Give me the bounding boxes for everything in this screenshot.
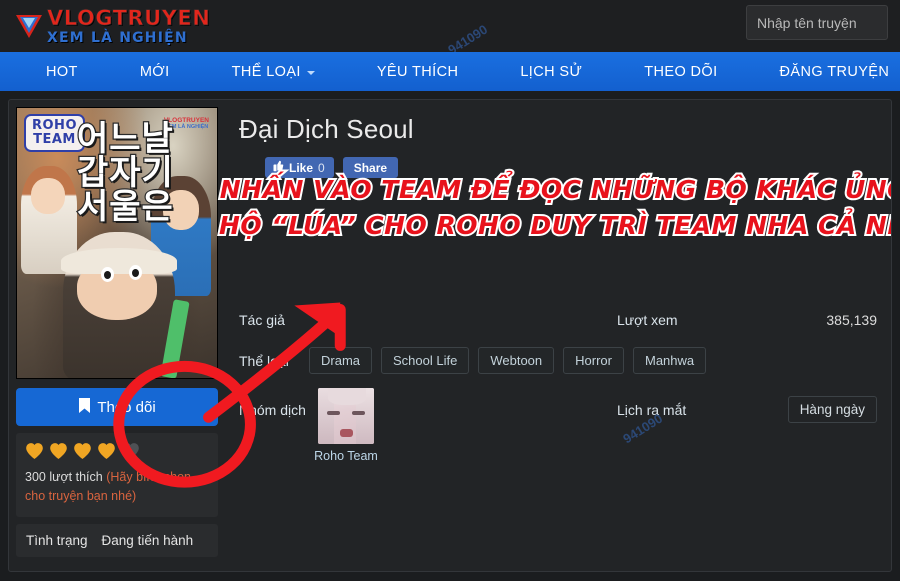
social-buttons: Like 0 Share xyxy=(265,157,877,178)
views-value: 385,139 xyxy=(826,311,877,328)
facebook-like-button[interactable]: Like 0 xyxy=(265,157,334,178)
heart-icon-filled-2[interactable] xyxy=(49,442,68,460)
team-label: Nhóm dịch xyxy=(239,402,306,418)
korean-line-1: 어느날 xyxy=(76,119,174,159)
author-label: Tác giả xyxy=(239,311,285,328)
heart-icon-filled-1[interactable] xyxy=(25,442,44,460)
nav-item-moi[interactable]: MỚI xyxy=(109,52,201,91)
share-label: Share xyxy=(353,160,388,175)
nav-item-hot[interactable]: HOT xyxy=(30,52,109,91)
cover-eye-left xyxy=(101,267,114,282)
translation-team[interactable]: Roho Team xyxy=(309,388,383,463)
genre-list: Drama School Life Webtoon Horror Manhwa xyxy=(309,347,707,374)
v-triangle-logo-icon xyxy=(14,11,44,41)
genre-tag-webtoon[interactable]: Webtoon xyxy=(478,347,555,374)
schedule-cell: Hàng ngày xyxy=(757,396,877,423)
genre-label: Thể loại xyxy=(239,352,289,369)
main-navigation: HOT MỚI THỂ LOẠI YÊU THÍCH LỊCH SỬ THEO … xyxy=(0,52,900,91)
avatar-mouth xyxy=(340,429,353,437)
comic-info-table: Tác giả Lượt xem 385,139 Thể loại Drama … xyxy=(239,304,877,463)
schedule-label: Lịch ra mắt xyxy=(617,402,687,418)
comic-sidebar: ROHO TEAM VLOGTRUYEN XEM LÀ NGHIỆN 어느날 갑… xyxy=(9,100,225,571)
badge-line-2: TEAM xyxy=(33,132,76,147)
nav-label: YÊU THÍCH xyxy=(376,63,459,80)
genre-tag-horror[interactable]: Horror xyxy=(563,347,624,374)
status-box: Tình trạng Đang tiến hành xyxy=(16,523,218,557)
site-header: VLOGTRUYEN XEM LÀ NGHIỆN 941090 xyxy=(0,0,900,57)
info-row-team: Nhóm dịch Roho Team Lịch ra mắt Hàng ngà… xyxy=(239,388,877,463)
nav-label: LỊCH SỬ xyxy=(520,63,583,80)
site-logo[interactable]: VLOGTRUYEN XEM LÀ NGHIỆN xyxy=(14,5,211,46)
genre-tag-school-life[interactable]: School Life xyxy=(381,347,470,374)
page-title: Đại Dịch Seoul xyxy=(239,114,414,144)
rating-box: 300 lượt thích (Hãy bình chọn cho truyện… xyxy=(16,433,218,517)
cover-image[interactable]: ROHO TEAM VLOGTRUYEN XEM LÀ NGHIỆN 어느날 갑… xyxy=(16,107,218,379)
schedule-badge[interactable]: Hàng ngày xyxy=(787,396,877,423)
views-label: Lượt xem xyxy=(617,311,678,328)
cover-korean-title: 어느날 갑자기 서울은 xyxy=(76,119,174,227)
promo-annotation-text: NHẤN VÀO TEAM ĐỂ ĐỌC NHỮNG BỘ KHÁC ỦNG H… xyxy=(217,172,892,245)
status-value: Đang tiến hành xyxy=(101,532,194,548)
info-row-genres: Thể loại Drama School Life Webtoon Horro… xyxy=(239,345,877,376)
roho-team-badge: ROHO TEAM xyxy=(24,114,85,152)
heart-icon-empty-5[interactable] xyxy=(121,442,140,460)
search-input[interactable] xyxy=(757,14,877,31)
nav-label: THEO DÕI xyxy=(644,63,718,80)
nav-item-dang-truyen[interactable]: ĐĂNG TRUYỆN xyxy=(749,52,900,91)
info-row-author: Tác giả Lượt xem 385,139 xyxy=(239,304,877,335)
logo-sub-text: XEM LÀ NGHIỆN xyxy=(47,29,188,46)
nav-label: THỂ LOẠI xyxy=(231,63,301,80)
likes-line: 300 lượt thích (Hãy bình chọn cho truyện… xyxy=(25,468,209,507)
nav-label: HOT xyxy=(46,63,78,80)
heart-icon-filled-3[interactable] xyxy=(73,442,92,460)
comic-detail-panel: ROHO TEAM VLOGTRUYEN XEM LÀ NGHIỆN 어느날 갑… xyxy=(8,99,892,572)
likes-count: 300 lượt thích xyxy=(25,470,103,484)
avatar-bangs xyxy=(328,388,366,405)
status-label: Tình trạng xyxy=(26,532,88,548)
nav-item-lich-su[interactable]: LỊCH SỬ xyxy=(489,52,613,91)
badge-line-1: ROHO xyxy=(32,118,77,133)
like-count: 0 xyxy=(318,160,325,175)
nav-item-theo-doi[interactable]: THEO DÕI xyxy=(613,52,748,91)
avatar-eye-right xyxy=(352,411,365,415)
annotation-line-2: HỘ “LÚA” CHO ROHO DUY TRÌ TEAM NHA CẢ NH… xyxy=(217,209,892,242)
follow-button[interactable]: Theo dõi xyxy=(16,388,218,426)
genre-tag-drama[interactable]: Drama xyxy=(309,347,373,374)
nav-item-yeu-thich[interactable]: YÊU THÍCH xyxy=(346,52,489,91)
korean-line-3: 서울은 xyxy=(76,187,174,227)
bookmark-icon xyxy=(78,397,91,417)
page-body: ROHO TEAM VLOGTRUYEN XEM LÀ NGHIỆN 어느날 갑… xyxy=(0,91,900,581)
avatar-eye-left xyxy=(327,411,340,415)
genre-tag-manhwa[interactable]: Manhwa xyxy=(632,347,707,374)
nav-label: MỚI xyxy=(139,63,170,80)
search-box[interactable] xyxy=(746,5,888,40)
heart-rating[interactable] xyxy=(25,442,209,460)
comic-main-info: Đại Dịch Seoul Like 0 Share NHẤN VÀO TEA… xyxy=(217,100,891,571)
team-name[interactable]: Roho Team xyxy=(314,449,378,463)
heart-icon-filled-4[interactable] xyxy=(97,442,116,460)
avatar[interactable] xyxy=(318,388,374,444)
logo-main-text: VLOGTRUYEN xyxy=(47,5,211,30)
nav-label: ĐĂNG TRUYỆN xyxy=(779,63,890,80)
team-cell: Roho Team xyxy=(309,388,617,463)
facebook-share-button[interactable]: Share xyxy=(342,157,399,178)
cover-character-boy xyxy=(61,232,177,378)
korean-line-2: 갑자기 xyxy=(76,153,174,193)
nav-item-the-loai[interactable]: THỂ LOẠI xyxy=(201,52,346,91)
chevron-down-icon xyxy=(306,71,315,75)
cover-eye-right xyxy=(129,265,142,280)
thumbs-up-icon xyxy=(272,160,284,175)
like-label: Like xyxy=(289,160,314,175)
follow-button-label: Theo dõi xyxy=(97,398,156,416)
